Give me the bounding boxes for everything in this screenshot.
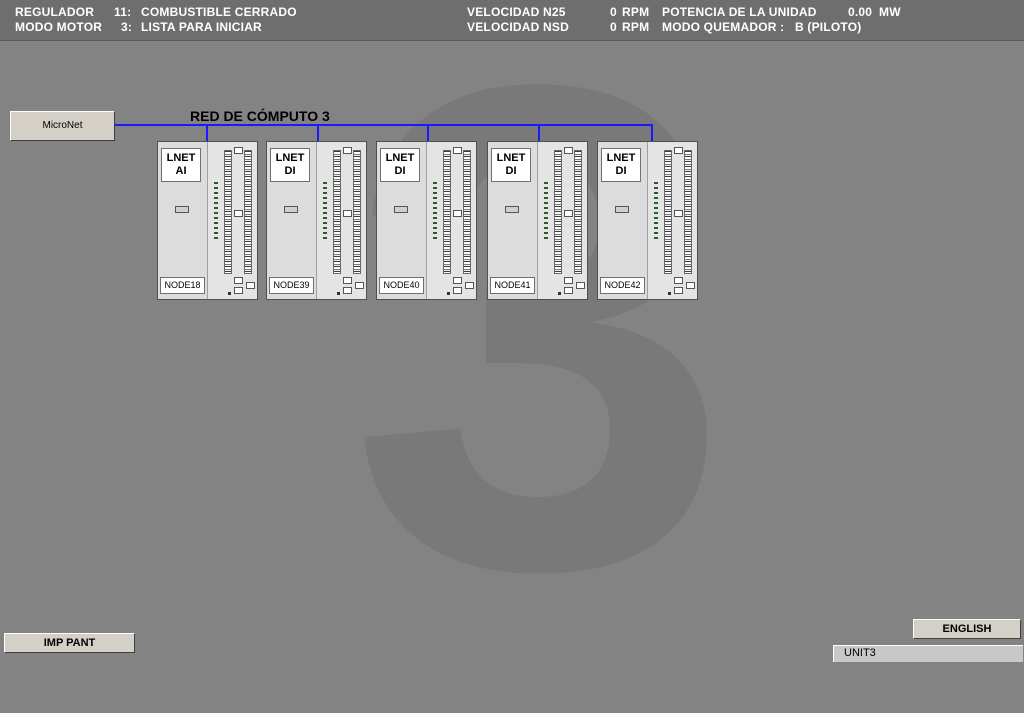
led-column-icon	[544, 182, 548, 242]
module-node41[interactable]: LNET DI NODE41	[487, 141, 588, 300]
network-port-icon	[175, 206, 189, 213]
status-dot-icon	[228, 292, 231, 295]
connector-icon	[674, 277, 683, 284]
module-node42[interactable]: LNET DI NODE42	[597, 141, 698, 300]
status-dot-icon	[447, 292, 450, 295]
module-faceplate: LNET DI NODE42	[598, 142, 648, 299]
print-screen-button[interactable]: IMP PANT	[4, 633, 135, 653]
connector-icon	[686, 282, 695, 289]
terminal-block	[648, 142, 697, 299]
connector-icon	[355, 282, 364, 289]
terminal-strip-icon	[574, 150, 582, 274]
module-faceplate: LNET AI NODE18	[158, 142, 208, 299]
status-dot-icon	[337, 292, 340, 295]
micronet-button[interactable]: MicroNet	[10, 111, 115, 141]
terminal-strip-icon	[353, 150, 361, 274]
module-node-label: NODE18	[160, 277, 205, 294]
module-node-label: NODE40	[379, 277, 424, 294]
connector-icon	[453, 277, 462, 284]
terminal-strip-icon	[224, 150, 232, 274]
connector-icon	[564, 147, 573, 154]
terminal-strip-icon	[684, 150, 692, 274]
terminal-strip-icon	[443, 150, 451, 274]
module-faceplate: LNET DI NODE39	[267, 142, 317, 299]
connector-icon	[453, 147, 462, 154]
terminal-strip-icon	[664, 150, 672, 274]
status-dot-icon	[558, 292, 561, 295]
connector-icon	[343, 147, 352, 154]
terminal-strip-icon	[554, 150, 562, 274]
connector-icon	[246, 282, 255, 289]
connector-icon	[343, 277, 352, 284]
led-column-icon	[433, 182, 437, 242]
module-node18[interactable]: LNET AI NODE18	[157, 141, 258, 300]
led-column-icon	[654, 182, 658, 242]
module-node40[interactable]: LNET DI NODE40	[376, 141, 477, 300]
connector-icon	[674, 287, 683, 294]
language-english-button[interactable]: ENGLISH	[913, 619, 1021, 639]
module-type-label: LNET AI	[161, 148, 201, 182]
connector-icon	[674, 147, 683, 154]
unit-indicator: UNIT3	[833, 645, 1023, 662]
connector-icon	[234, 147, 243, 154]
connector-icon	[576, 282, 585, 289]
module-type-label: LNET DI	[601, 148, 641, 182]
module-node-label: NODE41	[490, 277, 535, 294]
connector-icon	[564, 210, 573, 217]
connector-icon	[453, 287, 462, 294]
terminal-strip-icon	[333, 150, 341, 274]
connector-icon	[234, 277, 243, 284]
module-type-label: LNET DI	[491, 148, 531, 182]
module-faceplate: LNET DI NODE41	[488, 142, 538, 299]
connector-icon	[674, 210, 683, 217]
terminal-block	[317, 142, 366, 299]
terminal-strip-icon	[463, 150, 471, 274]
network-title: RED DE CÓMPUTO 3	[190, 108, 330, 124]
network-port-icon	[394, 206, 408, 213]
module-type-label: LNET DI	[270, 148, 310, 182]
connector-icon	[343, 210, 352, 217]
module-node-label: NODE39	[269, 277, 314, 294]
module-node-label: NODE42	[600, 277, 645, 294]
connector-icon	[564, 277, 573, 284]
led-column-icon	[323, 182, 327, 242]
terminal-block	[208, 142, 257, 299]
led-column-icon	[214, 182, 218, 242]
connector-icon	[234, 287, 243, 294]
network-port-icon	[615, 206, 629, 213]
module-type-label: LNET DI	[380, 148, 420, 182]
status-dot-icon	[668, 292, 671, 295]
connector-icon	[343, 287, 352, 294]
network-port-icon	[284, 206, 298, 213]
terminal-block	[538, 142, 587, 299]
connector-icon	[234, 210, 243, 217]
network-bus	[115, 124, 653, 142]
terminal-block	[427, 142, 476, 299]
module-faceplate: LNET DI NODE40	[377, 142, 427, 299]
connector-icon	[465, 282, 474, 289]
connector-icon	[564, 287, 573, 294]
connector-icon	[453, 210, 462, 217]
terminal-strip-icon	[244, 150, 252, 274]
network-port-icon	[505, 206, 519, 213]
module-node39[interactable]: LNET DI NODE39	[266, 141, 367, 300]
